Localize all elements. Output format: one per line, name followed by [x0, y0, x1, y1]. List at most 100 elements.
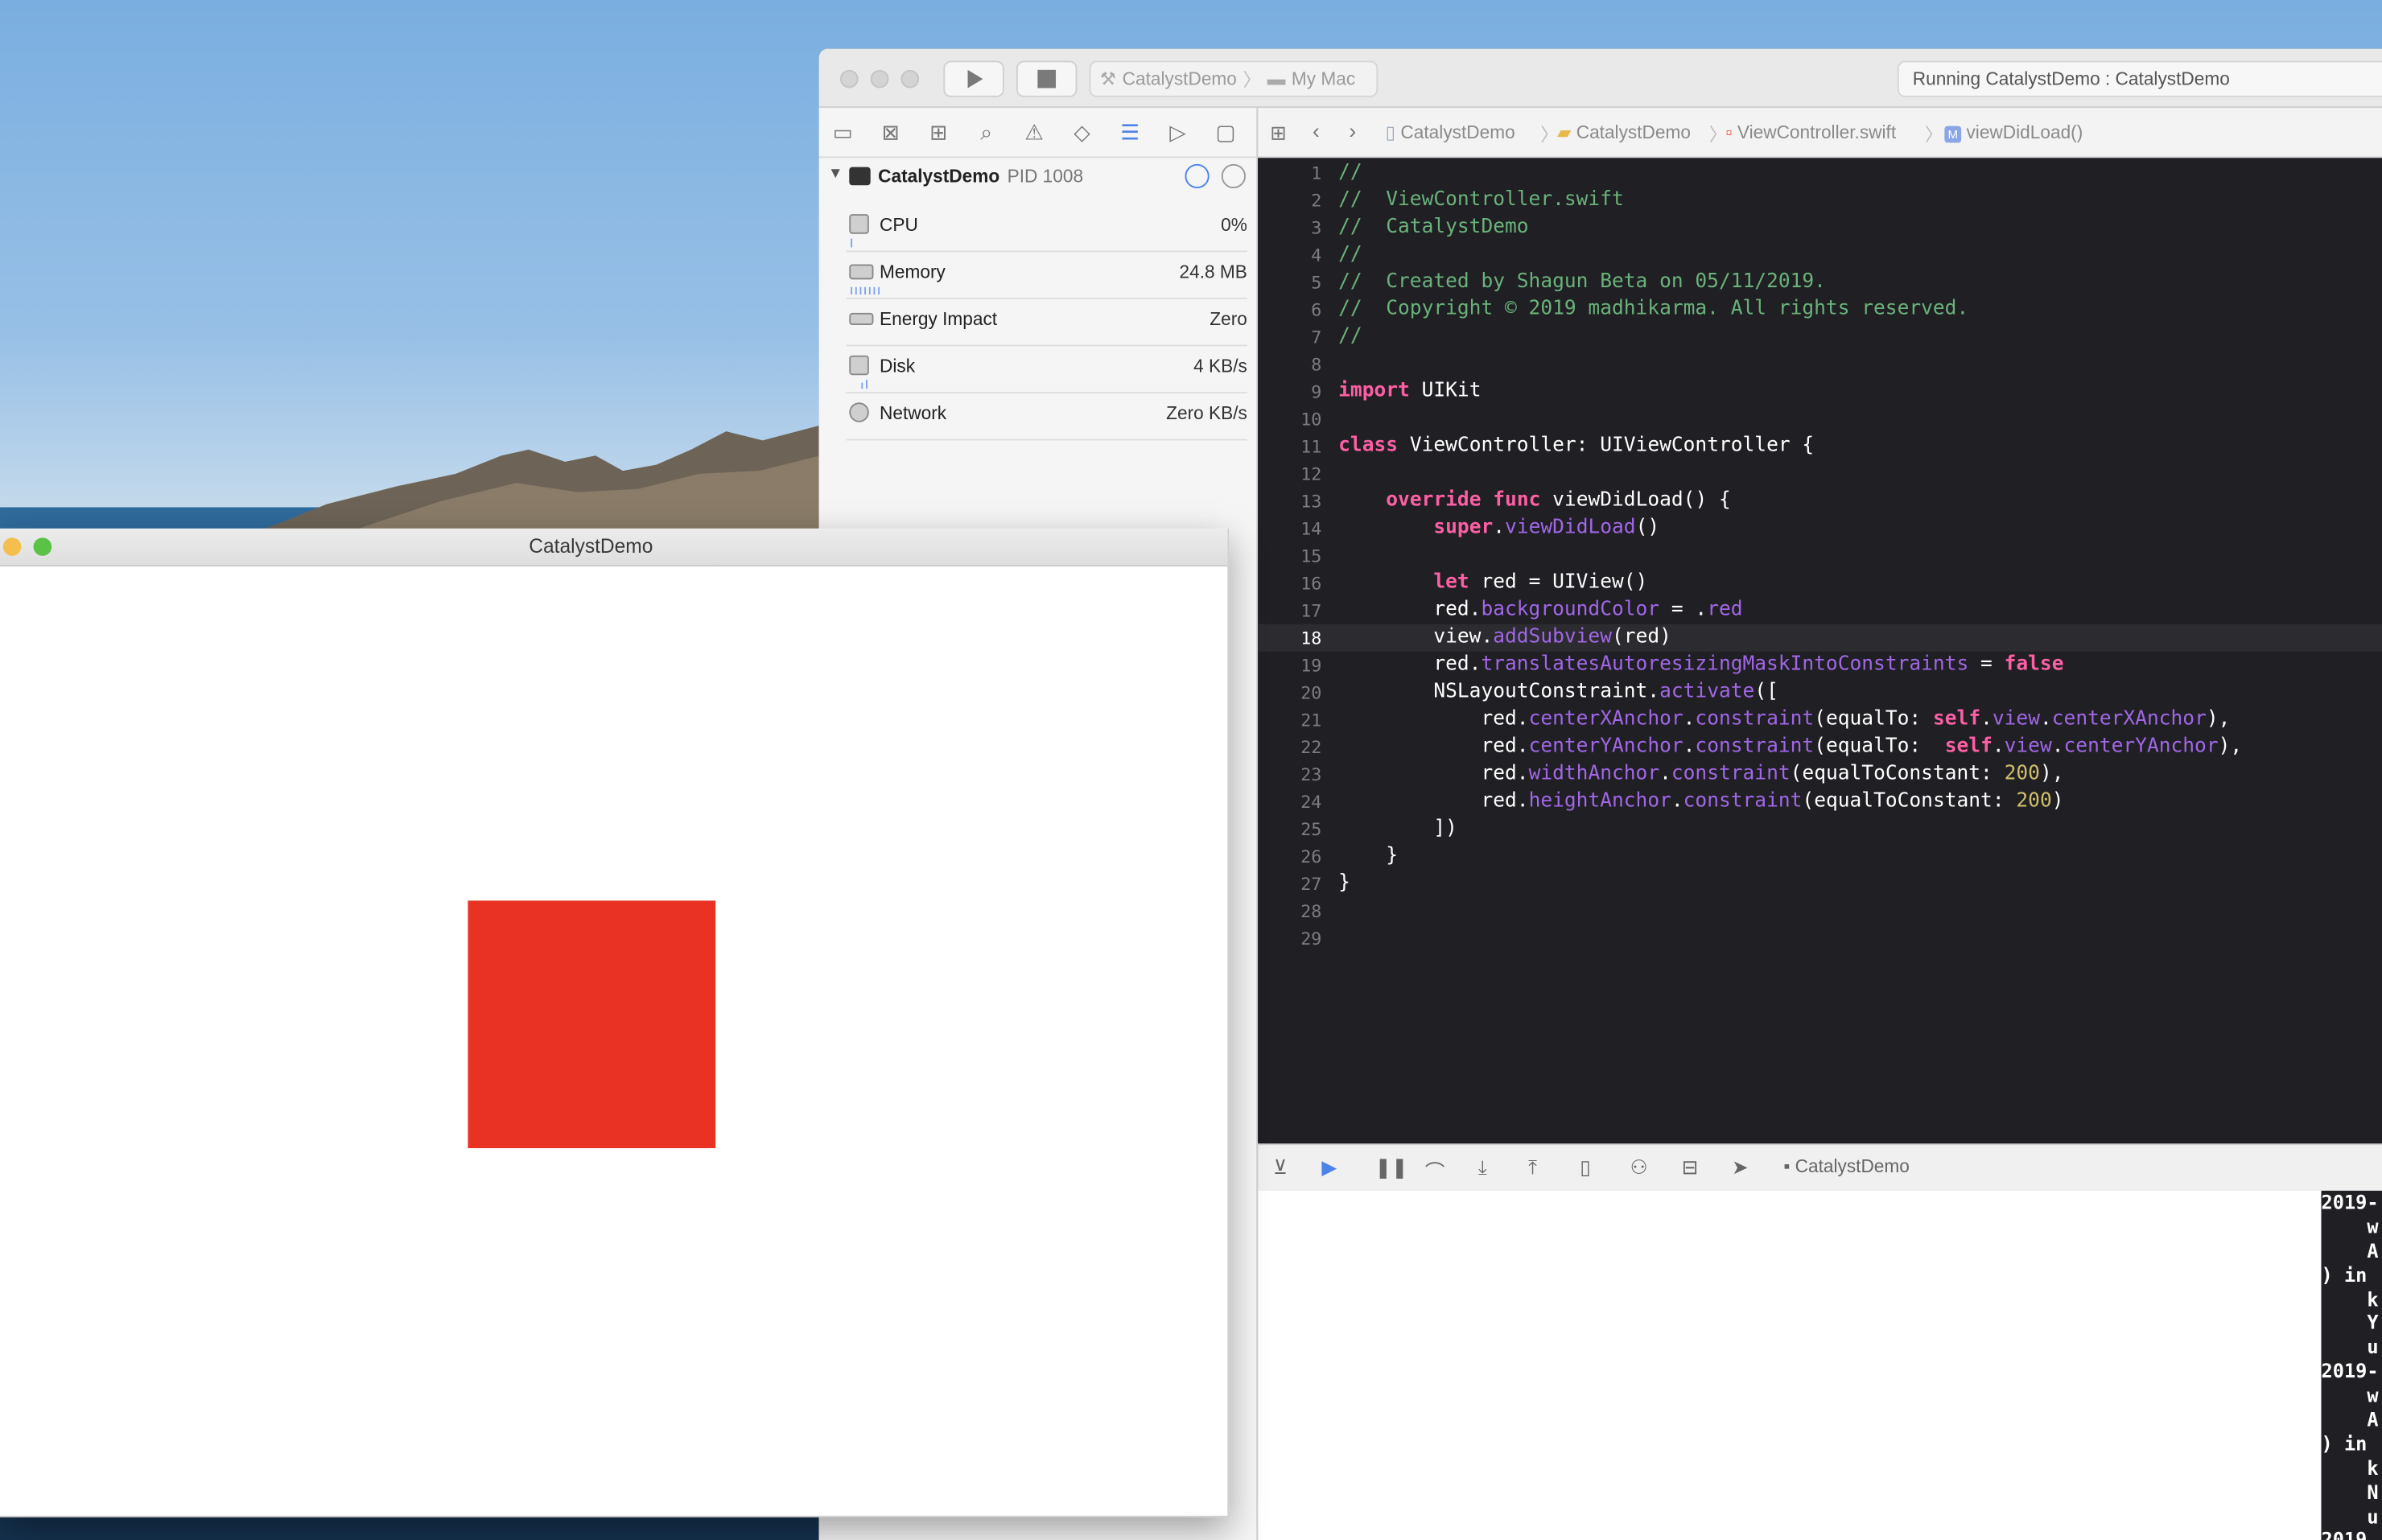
environment-overrides-icon[interactable]: ⊟: [1682, 1155, 1699, 1180]
gauge-row-cpu[interactable]: CPU 0%: [846, 205, 1247, 253]
line-number: 17: [1300, 599, 1322, 622]
console-line: w: [2321, 1383, 2379, 1407]
step-over-icon[interactable]: ⌒: [1425, 1155, 1445, 1184]
breakpoints-toggle-icon[interactable]: ▶: [1321, 1155, 1337, 1180]
scheme-selector[interactable]: ⚒ CatalystDemo 〉 ▬ My Mac: [1089, 60, 1379, 97]
line-number: 6: [1311, 299, 1322, 321]
breadcrumb-project-label: CatalystDemo: [1400, 121, 1515, 143]
folder-icon: ▰: [1556, 121, 1576, 143]
gauge-label: Energy Impact: [880, 308, 998, 330]
gauge-icon[interactable]: [1185, 163, 1210, 189]
project-icon: ▯: [1385, 121, 1401, 143]
gauge-row-network[interactable]: Network Zero KB/s: [846, 393, 1247, 441]
code-line: red.widthAnchor.constraint(equalToConsta…: [1338, 762, 2064, 785]
related-items-icon[interactable]: ⊞: [1270, 121, 1287, 146]
process-pid: PID 1008: [1007, 165, 1084, 187]
process-row[interactable]: ▼ CatalystDemo PID 1008: [819, 163, 1257, 196]
code-line: red.backgroundColor = .red: [1338, 598, 1743, 622]
window-minimize-button[interactable]: [870, 69, 889, 89]
code-line: import UIKit: [1338, 379, 1482, 403]
debug-icon[interactable]: ☰: [1106, 119, 1153, 145]
jump-bar: ⊞ ‹ › ▯ CatalystDemo 〉 ▰ CatalystDemo 〉 …: [1258, 108, 2382, 159]
source-control-icon[interactable]: ⊠: [867, 119, 914, 145]
step-out-icon[interactable]: ⤒: [1528, 1155, 1537, 1180]
console-line: 2019-: [2321, 1359, 2379, 1383]
mac-device-icon: ▬: [1267, 68, 1286, 90]
line-number: 4: [1311, 244, 1322, 266]
window-zoom-button[interactable]: [900, 69, 920, 89]
console-line: k: [2321, 1287, 2379, 1311]
breadcrumb-project[interactable]: ▯ CatalystDemo: [1386, 121, 1515, 142]
location-icon[interactable]: ➤: [1732, 1155, 1749, 1180]
report-icon[interactable]: ▢: [1201, 119, 1249, 145]
gauge-row-disk[interactable]: Disk 4 KB/s: [846, 346, 1247, 393]
code-line: NSLayoutConstraint.activate([: [1338, 680, 1778, 703]
warning-icon[interactable]: ⚠: [1010, 119, 1057, 145]
code-line: super.viewDidLoad(): [1433, 516, 1660, 540]
app-icon: ▪: [1783, 1155, 1795, 1177]
breadcrumb-file[interactable]: ▫ ViewController.swift: [1726, 121, 1897, 142]
code-line: ]): [1338, 817, 1457, 840]
line-number: 7: [1311, 326, 1322, 348]
app-title-bar[interactable]: CatalystDemo: [0, 528, 1228, 567]
run-button[interactable]: [943, 60, 1004, 97]
breakpoint-icon[interactable]: ▷: [1154, 119, 1201, 145]
memory-graph-icon[interactable]: ⚇: [1630, 1155, 1648, 1180]
scheme-device-label: My Mac: [1291, 68, 1356, 90]
gauge-row-memory[interactable]: Memory 24.8 MB: [846, 252, 1247, 299]
hide-debug-area-icon[interactable]: ⊻: [1273, 1155, 1288, 1180]
step-into-icon[interactable]: ⤓: [1478, 1155, 1487, 1180]
console-line: 2019-: [2321, 1190, 2379, 1214]
console-line: u: [2321, 1335, 2379, 1359]
memory-graph-icon[interactable]: [1221, 163, 1246, 189]
gauge-label: Memory: [880, 261, 946, 283]
line-number: 29: [1300, 928, 1322, 949]
console-line: 2019: [2321, 1528, 2368, 1540]
disclosure-triangle-icon[interactable]: ▼: [828, 166, 843, 183]
code-line: red.centerYAnchor.constraint(equalTo: se…: [1338, 735, 2243, 758]
chevron-right-icon: 〉: [1243, 68, 1262, 91]
forward-arrow-icon[interactable]: ›: [1349, 118, 1356, 142]
swift-file-icon: ▫: [1725, 121, 1737, 143]
breadcrumb-separator: 〉: [1540, 124, 1559, 146]
gauge-row-energy[interactable]: Energy Impact Zero: [846, 299, 1247, 347]
source-editor[interactable]: 1 2 3 4 5 6 7 8 9 10 11 12 13 14 15 16 1…: [1258, 158, 2382, 1143]
debug-target-label: CatalystDemo: [1795, 1155, 1910, 1177]
view-debugger-icon[interactable]: ▯: [1580, 1155, 1591, 1180]
console-line: N: [2321, 1480, 2379, 1504]
gauge-value: 24.8 MB: [1179, 261, 1247, 283]
search-icon[interactable]: ⌕: [962, 119, 1010, 145]
red-view: [468, 900, 716, 1149]
line-number: 8: [1311, 353, 1322, 376]
console-output[interactable]: 2019- w A ) in k Y u 2019- w A ) in k N …: [2321, 1190, 2382, 1540]
memory-icon: [849, 264, 874, 280]
console-line: ) in: [2321, 1431, 2368, 1456]
breadcrumb-method[interactable]: M viewDidLoad(): [1944, 121, 2083, 143]
symbol-icon[interactable]: ⊞: [914, 119, 962, 145]
test-icon[interactable]: ◇: [1058, 119, 1106, 145]
variables-view[interactable]: [1258, 1190, 2322, 1540]
code-line: red.heightAnchor.constraint(equalToConst…: [1338, 789, 2064, 813]
line-number: 9: [1311, 381, 1322, 403]
line-number: 25: [1300, 818, 1322, 840]
line-number: 12: [1300, 463, 1322, 485]
pause-icon[interactable]: ❚❚: [1374, 1155, 1407, 1180]
line-number: 13: [1300, 490, 1322, 513]
debug-target[interactable]: ▪ CatalystDemo: [1783, 1155, 1910, 1176]
folder-icon[interactable]: ▭: [819, 119, 867, 145]
code-line: }: [1338, 871, 1350, 895]
battery-icon: [849, 312, 874, 325]
scheme-target-label: CatalystDemo: [1122, 68, 1237, 90]
console-line: ) in: [2321, 1262, 2368, 1287]
back-arrow-icon[interactable]: ‹: [1313, 118, 1320, 142]
process-name: CatalystDemo: [878, 165, 1000, 187]
code-line: view.addSubview(red): [1338, 625, 1671, 649]
debug-bar: ⊻ ▶ ❚❚ ⌒ ⤓ ⤒ ▯ ⚇ ⊟ ➤ ▪ CatalystDemo: [1258, 1143, 2382, 1192]
console-line: A: [2321, 1407, 2379, 1431]
disk-icon: [849, 355, 869, 376]
gauge-label: Network: [880, 402, 947, 424]
breadcrumb-group[interactable]: ▰ CatalystDemo: [1557, 121, 1691, 142]
window-close-button[interactable]: [839, 69, 859, 89]
code-line: // CatalystDemo: [1338, 216, 1529, 239]
stop-button[interactable]: [1016, 60, 1078, 97]
